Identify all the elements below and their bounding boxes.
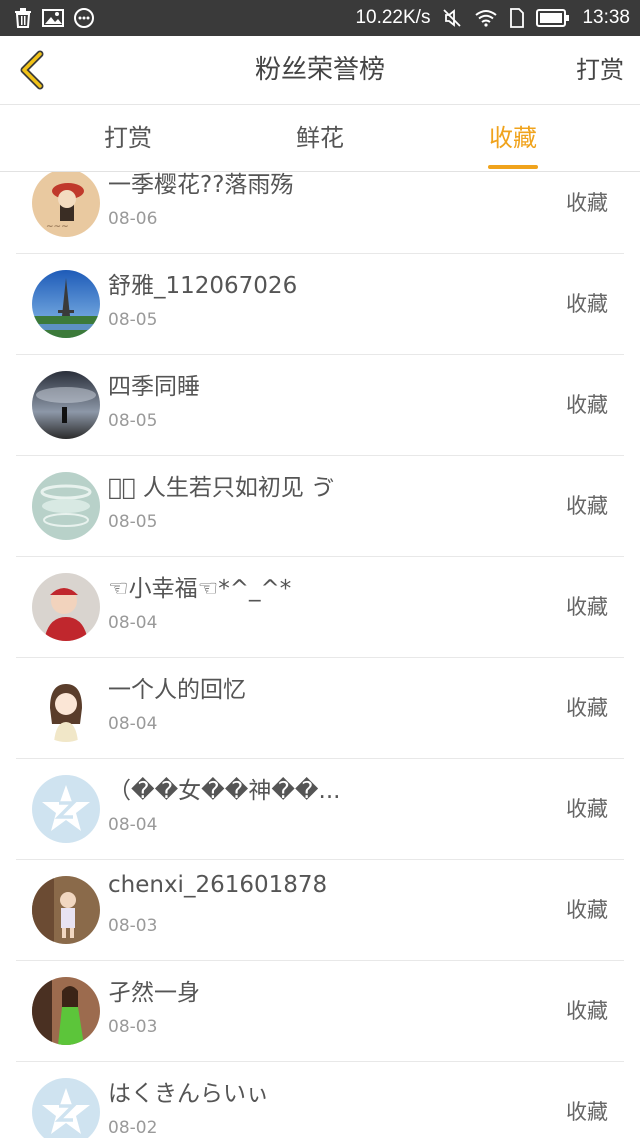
favorite-label: 收藏 <box>566 999 608 1023</box>
green-dress-avatar-icon <box>32 977 100 1045</box>
eiffel-tower-avatar-icon <box>32 270 100 338</box>
baby-avatar-icon <box>32 573 100 641</box>
favorite-label: 收藏 <box>566 292 608 316</box>
fan-list-inner: ~~~ 一季樱花??落雨殇 08-06 收藏 舒雅_112067026 08-0… <box>0 172 640 1138</box>
user-name: ☜小幸福☜*^_^* <box>108 576 292 602</box>
user-name: 孑然一身 <box>108 980 200 1006</box>
tip-button[interactable]: 打赏 <box>576 36 624 104</box>
active-tab-indicator <box>488 165 538 169</box>
favorite-label: 收藏 <box>566 494 608 518</box>
user-name: chenxi_261601878 <box>108 872 328 898</box>
avatar <box>32 472 100 540</box>
user-name: ঞ゙ 人生若只如初见 ゔ <box>108 475 335 501</box>
cartoon-avatar-icon: ~~~ <box>32 172 100 237</box>
entry-date: 08-06 <box>108 209 158 229</box>
user-name: はくきんらいぃ <box>108 1081 269 1107</box>
avatar <box>32 876 100 944</box>
user-name: 一季樱花??落雨殇 <box>108 172 294 198</box>
tab-tip[interactable]: 打赏 <box>68 105 188 171</box>
avatar <box>32 270 100 338</box>
mute-icon <box>443 9 462 27</box>
tab-favorites[interactable]: 收藏 <box>453 105 573 171</box>
avatar <box>32 1078 100 1138</box>
avatar <box>32 573 100 641</box>
battery-icon <box>536 9 570 27</box>
avatar <box>32 775 100 843</box>
list-item[interactable]: ঞ゙ 人生若只如初见 ゔ 08-05 收藏 <box>0 456 640 557</box>
favorite-label: 收藏 <box>566 797 608 821</box>
tab-label: 收藏 <box>489 124 537 152</box>
list-item[interactable]: chenxi_261601878 08-03 收藏 <box>0 860 640 961</box>
fan-list[interactable]: ~~~ 一季樱花??落雨殇 08-06 收藏 舒雅_112067026 08-0… <box>0 172 640 1138</box>
glass-avatar-icon <box>32 472 100 540</box>
list-item[interactable]: ~~~ 一季樱花??落雨殇 08-06 收藏 <box>0 172 640 254</box>
more-dots-icon <box>74 8 94 28</box>
user-name: （��女��神��... <box>108 778 341 804</box>
page-title: 粉丝荣誉榜 <box>254 55 385 85</box>
favorite-label: 收藏 <box>566 898 608 922</box>
favorite-label: 收藏 <box>566 191 608 215</box>
dusk-sky-avatar-icon <box>32 371 100 439</box>
anime-girl-avatar-icon <box>32 674 100 742</box>
tab-label: 鲜花 <box>296 124 344 152</box>
list-item[interactable]: 孑然一身 08-03 收藏 <box>0 961 640 1062</box>
sim-icon <box>510 8 525 28</box>
tab-flowers[interactable]: 鲜花 <box>260 105 380 171</box>
entry-date: 08-04 <box>108 714 158 734</box>
user-name: 舒雅_112067026 <box>108 273 298 299</box>
app-header: 粉丝荣誉榜 打赏 <box>0 36 640 105</box>
clock: 13:38 <box>582 7 630 28</box>
list-item[interactable]: 舒雅_112067026 08-05 收藏 <box>0 254 640 355</box>
image-icon <box>42 9 64 27</box>
entry-date: 08-05 <box>108 512 158 532</box>
list-item[interactable]: 四季同睡 08-05 收藏 <box>0 355 640 456</box>
notification-icons <box>14 8 94 28</box>
default-z-avatar-icon <box>32 1078 100 1138</box>
list-item[interactable]: ☜小幸福☜*^_^* 08-04 收藏 <box>0 557 640 658</box>
user-name: 四季同睡 <box>108 374 200 400</box>
avatar <box>32 977 100 1045</box>
entry-date: 08-05 <box>108 411 158 431</box>
favorite-label: 收藏 <box>566 595 608 619</box>
list-item[interactable]: 一个人的回忆 08-04 收藏 <box>0 658 640 759</box>
entry-date: 08-04 <box>108 613 158 633</box>
avatar <box>32 371 100 439</box>
wifi-icon <box>475 10 498 27</box>
svg-text:~~~: ~~~ <box>46 222 69 232</box>
user-name: 一个人的回忆 <box>108 677 246 703</box>
entry-date: 08-03 <box>108 916 158 936</box>
list-item[interactable]: （��女��神��... 08-04 收藏 <box>0 759 640 860</box>
tab-bar: 打赏 鲜花 收藏 <box>0 105 640 172</box>
tab-label: 打赏 <box>104 124 152 152</box>
status-bar: 10.22K/s 13:38 <box>0 0 640 36</box>
default-z-avatar-icon <box>32 775 100 843</box>
entry-date: 08-03 <box>108 1017 158 1037</box>
favorite-label: 收藏 <box>566 696 608 720</box>
entry-date: 08-02 <box>108 1118 158 1138</box>
child-photo-avatar-icon <box>32 876 100 944</box>
trash-icon <box>15 8 31 28</box>
avatar: ~~~ <box>32 172 100 237</box>
favorite-label: 收藏 <box>566 1100 608 1124</box>
network-speed: 10.22K/s <box>355 7 431 28</box>
favorite-label: 收藏 <box>566 393 608 417</box>
entry-date: 08-04 <box>108 815 158 835</box>
entry-date: 08-05 <box>108 310 158 330</box>
list-item[interactable]: はくきんらいぃ 08-02 收藏 <box>0 1062 640 1138</box>
avatar <box>32 674 100 742</box>
